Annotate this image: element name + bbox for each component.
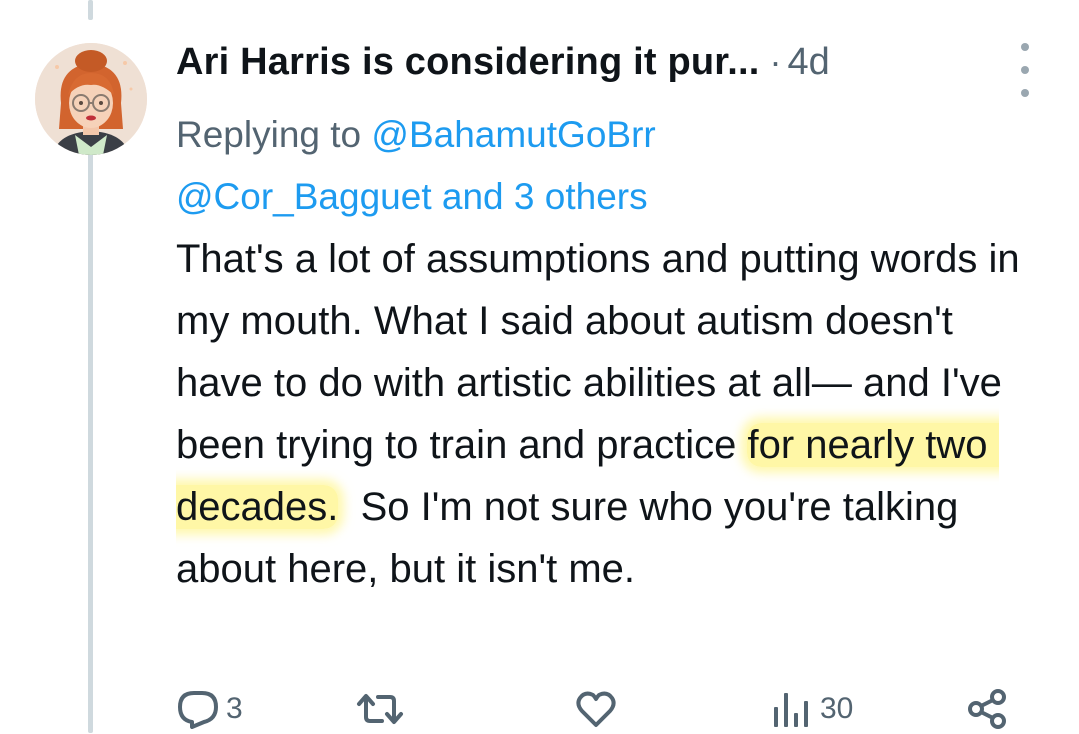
share-button[interactable]	[966, 684, 1010, 734]
avatar-image	[35, 43, 147, 155]
thread-line-top	[88, 0, 93, 20]
share-icon	[968, 689, 1006, 729]
timestamp[interactable]: 4d	[787, 41, 829, 84]
views-count: 30	[820, 692, 854, 725]
thread-line-bottom	[88, 150, 93, 733]
reply-button[interactable]: 3	[176, 684, 243, 734]
retweet-icon	[357, 694, 403, 724]
tweet-text: That's a lot of assumptions and putting …	[176, 228, 1036, 600]
others-link[interactable]: and 3 others	[432, 176, 648, 217]
views-icon	[774, 693, 808, 727]
replying-to: Replying to @BahamutGoBrr @Cor_Bagguet an…	[176, 104, 996, 228]
reply-count: 3	[226, 692, 243, 725]
like-button[interactable]	[574, 684, 624, 734]
more-dots-icon[interactable]	[1010, 43, 1040, 97]
reply-prefix: Replying to	[176, 114, 372, 155]
retweet-button[interactable]	[356, 684, 410, 734]
separator-dot: ·	[769, 41, 782, 82]
heart-icon	[576, 691, 616, 727]
avatar[interactable]	[35, 43, 147, 155]
author-name[interactable]: Ari Harris is considering it pur...	[176, 41, 759, 84]
views-button[interactable]: 30	[770, 684, 853, 734]
tweet-header: Ari Harris is considering it pur... · 4d	[176, 41, 830, 91]
mention-link[interactable]: @BahamutGoBrr	[371, 114, 655, 155]
mention-link[interactable]: @Cor_Bagguet	[176, 176, 432, 217]
reply-icon	[178, 691, 218, 729]
action-bar: 3 30	[176, 684, 1056, 734]
